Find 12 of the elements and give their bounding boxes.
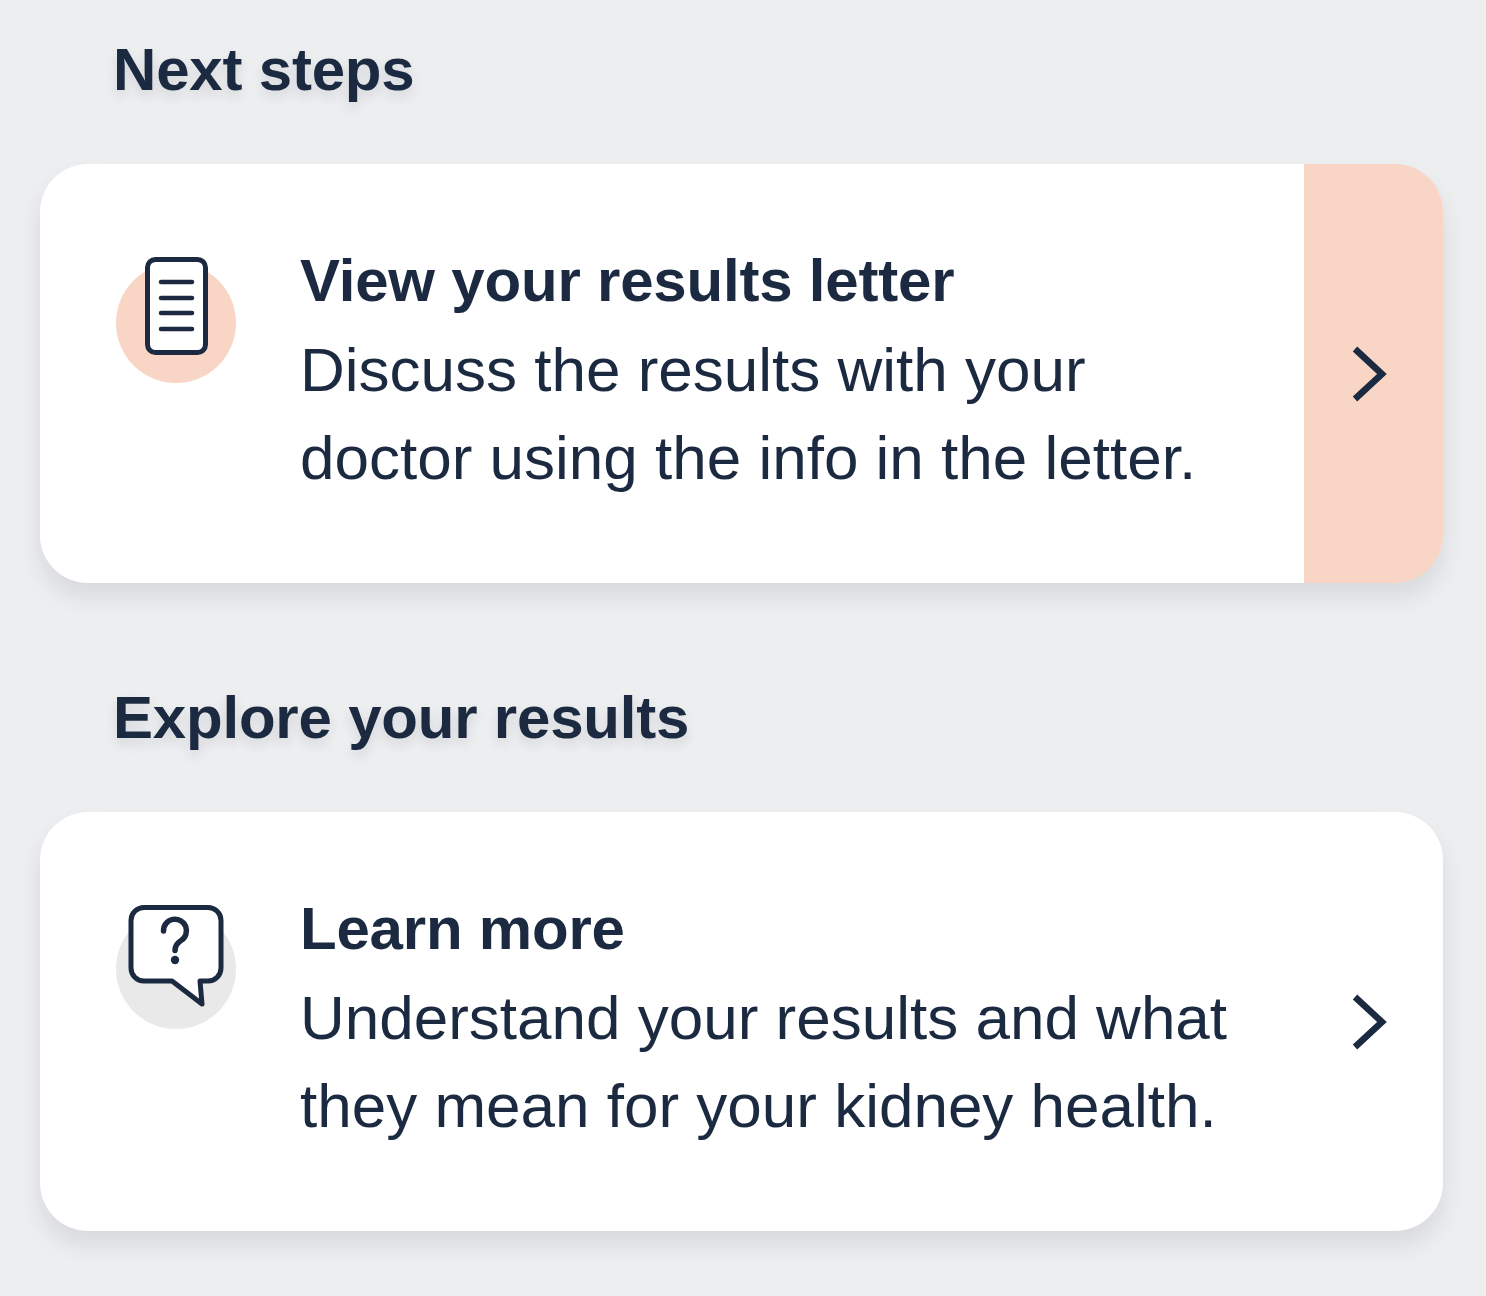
card-description: Discuss the results with your doctor using the info in the letter. — [300, 334, 1198, 494]
card-title: View your results letter — [300, 246, 956, 316]
link-card[interactable]: View your results letter Discuss the results with your doctor using the info in the letter. — [40, 164, 1443, 583]
section-heading: Next steps — [113, 35, 415, 105]
section-heading: Explore your results — [113, 683, 690, 753]
chevron-right-icon — [1350, 993, 1387, 1050]
link-card[interactable]: Learn more Understand your results and what they mean for your kidney health. — [40, 812, 1443, 1231]
card-title: Learn more — [300, 894, 626, 964]
card-description: Understand your results and what they mean for your kidney health. — [300, 982, 1229, 1142]
question-bubble-icon — [116, 905, 236, 1029]
document-icon — [116, 257, 236, 383]
chevron-right-icon — [1350, 345, 1387, 402]
